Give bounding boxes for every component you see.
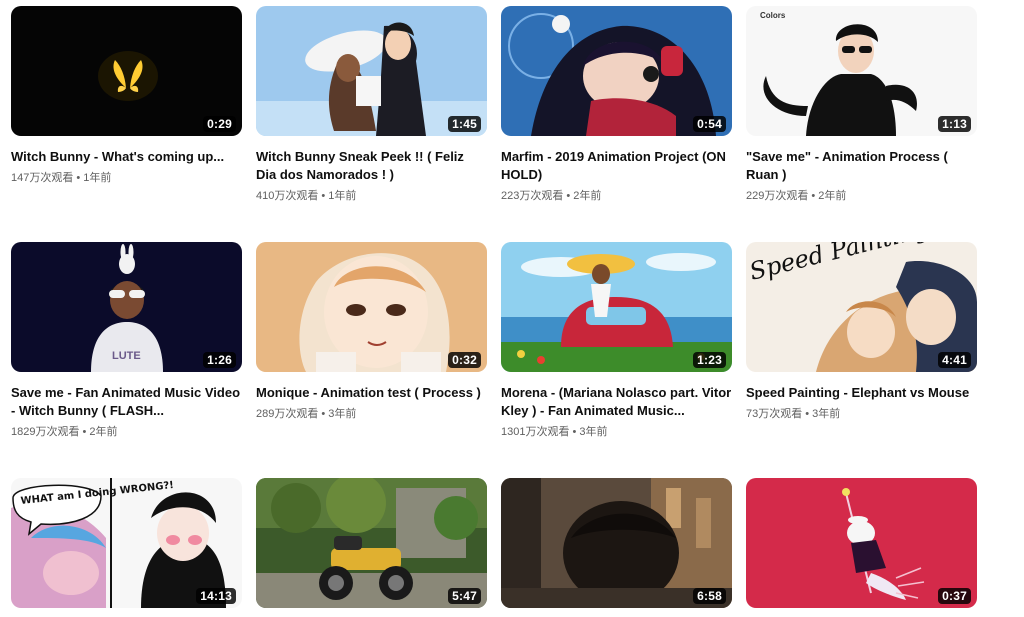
video-thumbnail[interactable]: 0:32 [256,242,487,372]
view-count: 223万次观看 [501,190,564,202]
video-thumbnail[interactable]: 1:23 [501,242,732,372]
video-title[interactable]: Witch Bunny Sneak Peek !! ( Feliz Dia do… [256,148,487,184]
video-thumbnail[interactable]: 5:47 [256,478,487,608]
video-card[interactable]: 6:58 [501,478,732,608]
video-thumbnail[interactable]: Colors 1:13 [746,6,977,136]
upload-age: 1年前 [328,190,357,202]
video-duration: 6:58 [693,588,726,604]
meta-separator: • [805,408,810,420]
video-duration: 0:37 [938,588,971,604]
thumbnail-caption: LUTE [112,350,141,362]
video-card[interactable]: 0:37 [746,478,977,608]
video-title[interactable]: Witch Bunny - What's coming up... [11,148,242,166]
video-card[interactable]: 5:47 [256,478,487,608]
video-meta: 1829万次观看 • 2年前 [11,424,242,440]
upload-age: 2年前 [818,190,847,202]
video-thumbnail[interactable]: LUTE 1:26 [11,242,242,372]
video-duration: 0:54 [693,116,726,132]
video-title[interactable]: "Save me" - Animation Process ( Ruan ) [746,148,977,184]
video-thumbnail[interactable]: 1:45 [256,6,487,136]
upload-age: 3年前 [328,408,357,420]
video-title[interactable]: Monique - Animation test ( Process ) [256,384,487,402]
video-meta: 147万次观看 • 1年前 [11,170,242,186]
meta-separator: • [76,172,81,184]
video-meta: 229万次观看 • 2年前 [746,188,977,204]
meta-separator: • [811,190,816,202]
meta-separator: • [82,426,87,438]
upload-age: 1年前 [83,172,112,184]
view-count: 1829万次观看 [11,426,80,438]
video-thumbnail[interactable]: 0:37 [746,478,977,608]
video-duration: 14:13 [196,588,236,604]
video-card[interactable]: 1:45 Witch Bunny Sneak Peek !! ( Feliz D… [256,6,487,204]
video-meta: 289万次观看 • 3年前 [256,406,487,422]
video-meta: 410万次观看 • 1年前 [256,188,487,204]
video-meta: 73万次观看 • 3年前 [746,406,977,422]
video-card[interactable]: 0:32 Monique - Animation test ( Process … [256,242,487,422]
video-duration: 0:32 [448,352,481,368]
view-count: 1301万次观看 [501,426,570,438]
view-count: 410万次观看 [256,190,319,202]
upload-age: 3年前 [812,408,841,420]
view-count: 73万次观看 [746,408,803,420]
video-duration: 1:23 [693,352,726,368]
video-duration: 1:13 [938,116,971,132]
video-card[interactable]: 0:54 Marfim - 2019 Animation Project (ON… [501,6,732,204]
video-title[interactable]: Save me - Fan Animated Music Video - Wit… [11,384,242,420]
view-count: 229万次观看 [746,190,809,202]
video-thumbnail[interactable]: 0:29 [11,6,242,136]
view-count: 289万次观看 [256,408,319,420]
video-thumbnail[interactable]: 6:58 [501,478,732,608]
video-duration: 1:45 [448,116,481,132]
meta-separator: • [572,426,577,438]
video-title[interactable]: Speed Painting - Elephant vs Mouse [746,384,977,402]
video-meta: 1301万次观看 • 3年前 [501,424,732,440]
video-card[interactable]: Colors 1:13 "Save me" - Animation Proces… [746,6,977,204]
upload-age: 3年前 [579,426,608,438]
video-card[interactable]: LUTE 1:26 Save me - Fan Animated Music V… [11,242,242,440]
video-duration: 0:29 [203,116,236,132]
meta-separator: • [321,190,326,202]
video-duration: 4:41 [938,352,971,368]
video-card[interactable]: 0:29 Witch Bunny - What's coming up... 1… [11,6,242,186]
video-grid: 0:29 Witch Bunny - What's coming up... 1… [0,0,1024,617]
video-card[interactable]: Speed Painting 4:41 Speed Painting - Ele… [746,242,977,422]
video-title[interactable]: Marfim - 2019 Animation Project (ON HOLD… [501,148,732,184]
video-title[interactable]: Morena - (Mariana Nolasco part. Vitor Kl… [501,384,732,420]
meta-separator: • [321,408,326,420]
video-thumbnail[interactable]: WHAT am I doing WRONG?! 14:13 [11,478,242,608]
video-card[interactable]: 1:23 Morena - (Mariana Nolasco part. Vit… [501,242,732,440]
video-meta: 223万次观看 • 2年前 [501,188,732,204]
meta-separator: • [566,190,571,202]
video-duration: 1:26 [203,352,236,368]
upload-age: 2年前 [89,426,118,438]
video-duration: 5:47 [448,588,481,604]
video-thumbnail[interactable]: 0:54 [501,6,732,136]
view-count: 147万次观看 [11,172,74,184]
video-card[interactable]: WHAT am I doing WRONG?! 14:13 [11,478,242,608]
video-thumbnail[interactable]: Speed Painting 4:41 [746,242,977,372]
upload-age: 2年前 [573,190,602,202]
thumbnail-caption: Colors [760,11,786,20]
